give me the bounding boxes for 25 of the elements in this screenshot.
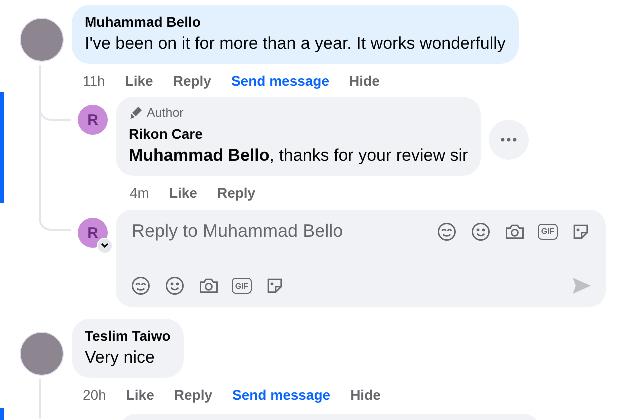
action-link[interactable]: Reply: [217, 185, 256, 201]
action-link[interactable]: Reply: [174, 387, 212, 403]
timestamp: 11h: [83, 73, 106, 89]
reply-input-field[interactable]: Reply to Muhammad Bello: [130, 220, 424, 243]
gif-icon[interactable]: GIF: [232, 278, 252, 294]
comment-text: Very nice: [85, 348, 156, 368]
action-link[interactable]: Hide: [350, 387, 381, 403]
action-link[interactable]: Hide: [350, 73, 380, 89]
action-link[interactable]: Reply: [173, 73, 212, 89]
comment-text: I've been on it for more than a year. It works wonderfully: [85, 34, 506, 54]
action-link[interactable]: Like: [126, 387, 154, 403]
action-link[interactable]: Like: [125, 73, 154, 89]
timestamp: 4m: [130, 185, 150, 201]
comment-text: Muhammad Bello, thanks for your review sir: [129, 146, 468, 166]
commenter-name[interactable]: Rikon Care: [129, 126, 468, 142]
avatar-icon[interactable]: R: [78, 218, 108, 248]
commenter-name[interactable]: Muhammad Bello: [85, 14, 506, 30]
commenter-name[interactable]: Teslim Taiwo: [85, 328, 171, 344]
action-link[interactable]: Like: [169, 185, 198, 201]
gif-icon[interactable]: GIF: [538, 224, 558, 240]
author-label: Author: [147, 106, 184, 120]
avatar-icon[interactable]: R: [78, 105, 108, 135]
action-link[interactable]: Send message: [231, 73, 330, 89]
action-link[interactable]: Send message: [232, 387, 331, 403]
timestamp: 20h: [83, 387, 106, 403]
